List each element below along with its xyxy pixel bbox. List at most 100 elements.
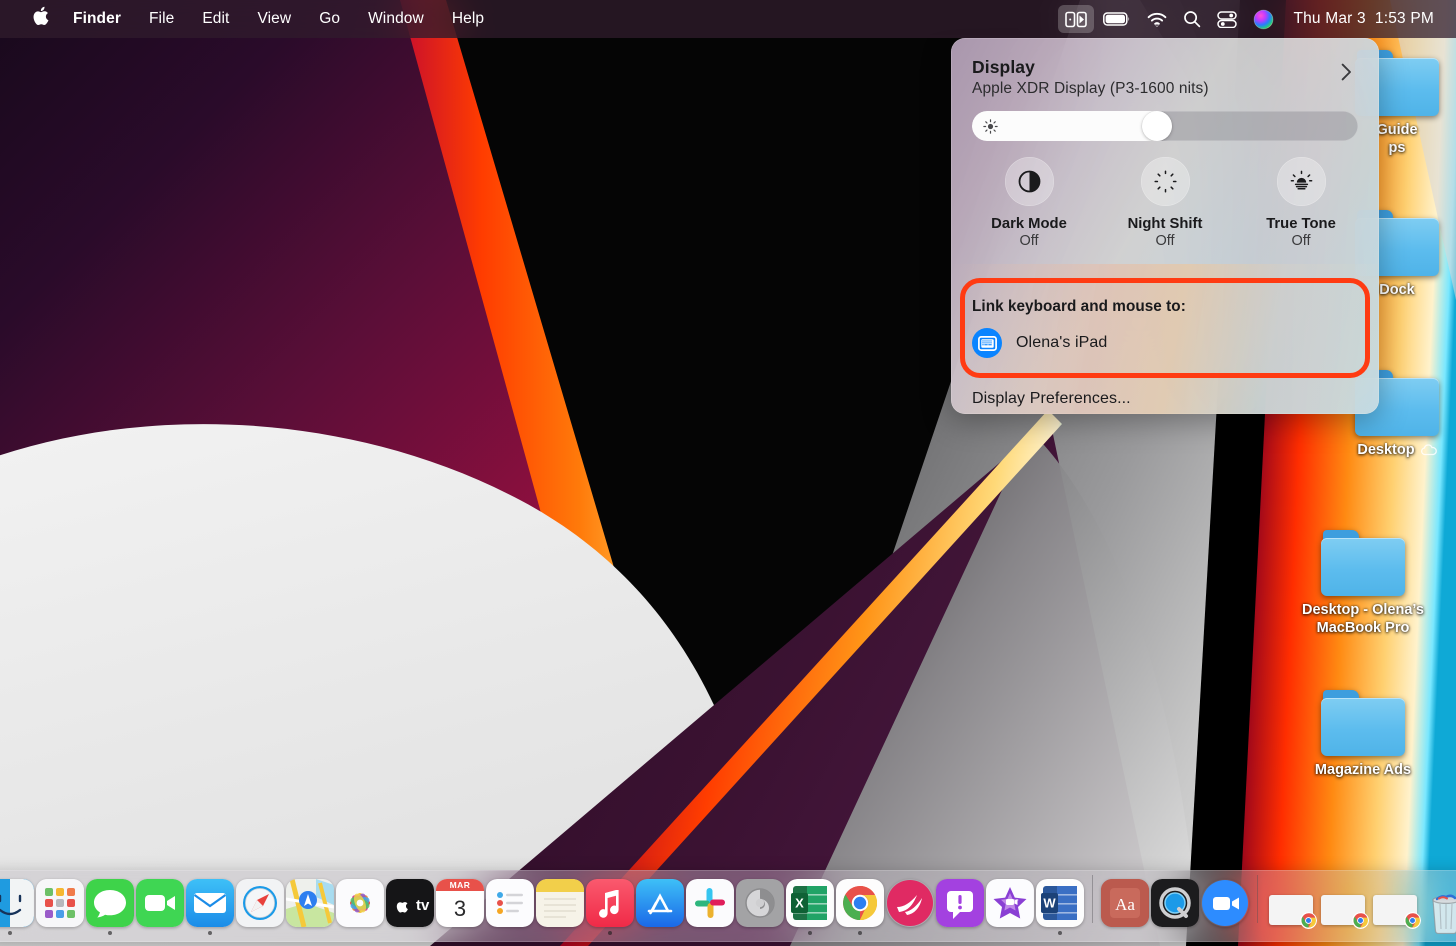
zoom-glyph [1201,879,1249,927]
menu-bar-clock[interactable]: Thu Mar 31:53 PM [1283,10,1440,28]
desktop-icon-magazine-ads[interactable]: Magazine Ads [1288,690,1438,779]
dock-item-chrome[interactable] [835,879,885,935]
dock-item-zoom[interactable] [1200,879,1250,935]
dock-item-notes[interactable] [535,879,585,935]
dock-minimized-window-3[interactable] [1369,895,1421,935]
running-indicator [558,931,562,935]
dock-item-system-preferences[interactable] [735,879,785,935]
device-row-olenas-ipad[interactable]: Olena's iPad [972,328,1358,358]
menu-bar-status-area: Thu Mar 31:53 PM [1058,0,1456,38]
dock-item-launchpad[interactable] [35,879,85,935]
reminders-icon [486,879,534,927]
toggle-state: Off [1291,233,1310,249]
screen-mirroring-icon[interactable] [1058,5,1094,33]
dock-item-word[interactable]: W [1035,879,1085,935]
screen-mirroring-glyph [1065,11,1087,28]
desktop-icon-label: Guide ps [1376,121,1417,157]
photos-icon [336,879,384,927]
dock-item-photos[interactable] [335,879,385,935]
trash-icon [1422,887,1456,935]
brightness-slider[interactable] [972,111,1358,141]
dock-minimized-window-1[interactable] [1265,895,1317,935]
dock-item-apple-tv[interactable]: tv [385,879,435,935]
display-toggles: Dark Mode Off Night Shift [951,141,1379,249]
dock-item-facetime[interactable] [135,879,185,935]
toggle-state: Off [1155,233,1174,249]
calendar-month: MAR [436,879,484,891]
safari-icon [236,879,284,927]
chrome-badge-glyph [1352,912,1369,929]
toggle-night-shift[interactable]: Night Shift Off [1097,157,1233,249]
folder-icon [1321,690,1405,756]
toggle-dark-mode[interactable]: Dark Mode Off [961,157,1097,249]
launchpad-glyph [36,879,84,927]
dock-item-messages[interactable] [85,879,135,935]
ipad-sidecar-glyph [978,336,997,351]
link-keyboard-mouse-section[interactable]: Link keyboard and mouse to: [960,278,1370,378]
battery-icon[interactable] [1096,5,1138,33]
dock-item-safari[interactable] [235,879,285,935]
dock-item-trash[interactable] [1421,887,1456,935]
menu-item-help[interactable]: Help [438,6,498,32]
finder-icon [0,879,34,927]
dock-item-calendar[interactable]: MAR 3 [435,879,485,935]
control-center-icon[interactable] [1210,5,1244,33]
link-section-title: Link keyboard and mouse to: [972,298,1358,316]
dock-minimized-window-2[interactable] [1317,895,1369,935]
chevron-right-icon[interactable] [1333,59,1359,85]
menu-item-edit[interactable]: Edit [188,6,243,32]
desktop-icon-desktop-macbook[interactable]: Desktop - Olena’s MacBook Pro [1288,530,1438,637]
dock-item-mail[interactable] [185,879,235,935]
dock-item-quicktime[interactable] [1150,879,1200,935]
dock-item-finder[interactable] [0,879,35,935]
search-glyph [1183,10,1201,28]
siri-icon[interactable] [1246,5,1281,33]
dock-item-dictionary[interactable]: Aa [1100,879,1150,935]
spark-mail-glyph [886,879,934,927]
dictionary-icon: Aa [1101,879,1149,927]
dock-item-maps[interactable] [285,879,335,935]
system-preferences-glyph [736,879,784,927]
display-preferences-row[interactable]: Display Preferences... [951,390,1379,408]
chrome-badge-icon [1404,912,1421,929]
apple-logo-glyph [32,6,49,26]
brightness-slider-knob[interactable] [1142,111,1172,141]
dock-item-app-store[interactable] [635,879,685,935]
running-indicator [508,931,512,935]
device-name: Olena's iPad [1016,334,1107,352]
menu-item-go[interactable]: Go [305,6,354,32]
running-indicator [758,931,762,935]
desktop-icon-label: Desktop - Olena’s MacBook Pro [1288,601,1438,637]
display-header[interactable]: Display Apple XDR Display (P3-1600 nits) [951,38,1379,98]
apple-logo-icon[interactable] [22,6,59,32]
dock-item-reminders[interactable] [485,879,535,935]
wifi-icon[interactable] [1140,5,1174,33]
menu-item-finder[interactable]: Finder [59,6,135,32]
search-icon[interactable] [1176,5,1208,33]
dock-item-spark-mail[interactable] [885,879,935,935]
running-indicator [1123,931,1127,935]
menu-item-file[interactable]: File [135,6,188,32]
maps-glyph [286,879,334,927]
battery-glyph [1103,12,1131,26]
dock-item-excel[interactable]: X [785,879,835,935]
dock-item-alert-app[interactable] [935,879,985,935]
imovie-icon [986,879,1034,927]
running-indicator [858,931,862,935]
toggle-true-tone[interactable]: True Tone Off [1233,157,1369,249]
toggle-label: Night Shift [1128,216,1203,232]
dock-item-slack[interactable] [685,879,735,935]
menu-item-view[interactable]: View [243,6,305,32]
alert-app-glyph [936,879,984,927]
slack-glyph [686,879,734,927]
finder-glyph [0,879,34,927]
display-header-text: Display Apple XDR Display (P3-1600 nits) [972,57,1333,98]
zoom-icon [1201,879,1249,927]
svg-text:W: W [1043,896,1056,911]
dock-item-music[interactable] [585,879,635,935]
apple-tv-icon: tv [386,879,434,927]
dock-item-imovie[interactable] [985,879,1035,935]
brightness-sun-icon [983,119,998,139]
running-indicator [8,931,12,935]
menu-item-window[interactable]: Window [354,6,438,32]
